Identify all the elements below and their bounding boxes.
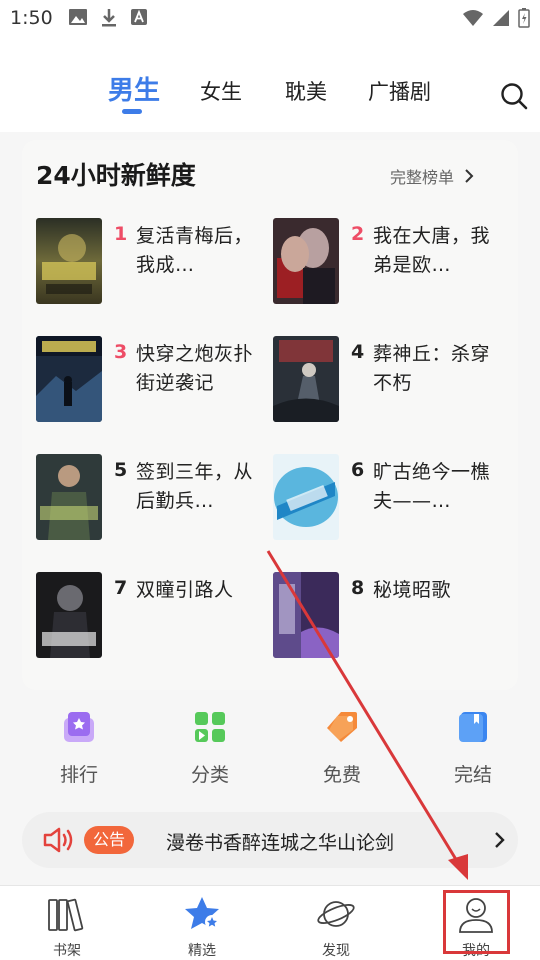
free-tag-icon bbox=[327, 712, 357, 742]
book-title: 复活青梅后，我成… bbox=[136, 225, 254, 276]
announcement-text: 漫卷书香醉连城之华山论剑 bbox=[166, 832, 395, 854]
book-title: 葬神丘：杀穿不朽 bbox=[373, 343, 491, 394]
wifi-icon bbox=[463, 10, 483, 26]
book-rank: 5 bbox=[114, 459, 128, 481]
tab-male[interactable]: 男生 bbox=[108, 70, 160, 107]
book-rank: 6 bbox=[351, 459, 365, 481]
announcement-bar[interactable]: 公告 漫卷书香醉连城之华山论剑 bbox=[22, 812, 518, 868]
shortcut-label: 分类 bbox=[190, 764, 229, 786]
shortcut-free[interactable]: 免费 bbox=[302, 710, 382, 787]
shortcut-row: 排行 分类 免费 完结 bbox=[0, 710, 540, 790]
ranking-title: 24小时新鲜度 bbox=[36, 161, 196, 190]
book-cover bbox=[273, 454, 339, 540]
status-bar: 1:50 bbox=[0, 0, 540, 36]
nav-label: 书架 bbox=[53, 943, 81, 959]
book-item[interactable]: 8 秘境昭歌 bbox=[273, 572, 503, 662]
image-notification-icon bbox=[69, 9, 87, 25]
full-ranking-label: 完整榜单 bbox=[390, 168, 455, 187]
nav-bookshelf[interactable]: 书架 bbox=[22, 886, 112, 960]
bookshelf-icon bbox=[48, 898, 84, 932]
completed-book-icon bbox=[459, 712, 487, 742]
shortcut-ranking[interactable]: 排行 bbox=[39, 710, 119, 787]
full-ranking-link[interactable]: 完整榜单 bbox=[390, 164, 474, 188]
top-tab-bar: 男生 女生 耽美 广播剧 bbox=[0, 36, 540, 132]
planet-icon bbox=[317, 901, 355, 927]
shortcut-label: 排行 bbox=[59, 764, 98, 786]
book-title: 签到三年，从后勤兵… bbox=[136, 461, 254, 512]
book-item[interactable]: 2 我在大唐，我弟是欧… bbox=[273, 218, 503, 308]
tab-female[interactable]: 女生 bbox=[200, 76, 242, 106]
book-item[interactable]: 6 旷古绝今一樵夫——… bbox=[273, 454, 503, 544]
book-title: 双瞳引路人 bbox=[136, 579, 234, 601]
book-item[interactable]: 3 快穿之炮灰扑街逆袭记 bbox=[36, 336, 266, 426]
active-tab-indicator bbox=[122, 109, 142, 114]
book-cover bbox=[36, 572, 102, 658]
book-title: 旷古绝今一樵夫——… bbox=[373, 461, 491, 512]
book-cover bbox=[36, 336, 102, 422]
book-rank: 1 bbox=[114, 223, 128, 245]
status-time: 1:50 bbox=[10, 7, 53, 29]
tab-danmei[interactable]: 耽美 bbox=[285, 76, 327, 106]
annotation-highlight-box bbox=[443, 890, 510, 954]
chevron-right-icon bbox=[465, 169, 474, 183]
tab-radio-drama[interactable]: 广播剧 bbox=[368, 76, 431, 106]
search-icon[interactable] bbox=[500, 82, 528, 110]
book-item[interactable]: 4 葬神丘：杀穿不朽 bbox=[273, 336, 503, 426]
signal-icon bbox=[493, 10, 509, 26]
book-cover bbox=[273, 572, 339, 658]
a-notification-icon bbox=[131, 9, 147, 25]
book-item[interactable]: 7 双瞳引路人 bbox=[36, 572, 266, 662]
book-rank: 7 bbox=[114, 577, 128, 599]
star-icon bbox=[185, 897, 219, 929]
book-title: 快穿之炮灰扑街逆袭记 bbox=[136, 343, 254, 394]
download-icon bbox=[102, 9, 116, 27]
book-rank: 2 bbox=[351, 223, 365, 245]
nav-label: 精选 bbox=[188, 943, 216, 959]
announcement-badge: 公告 bbox=[84, 826, 134, 854]
book-cover bbox=[36, 218, 102, 304]
book-item[interactable]: 5 签到三年，从后勤兵… bbox=[36, 454, 266, 544]
shortcut-category[interactable]: 分类 bbox=[170, 710, 250, 787]
ranking-icon bbox=[64, 712, 94, 742]
book-cover bbox=[273, 218, 339, 304]
battery-icon bbox=[518, 8, 530, 28]
ranking-card: 24小时新鲜度 完整榜单 1 复活青梅后，我成… 2 我在大唐，我弟是欧… 3 … bbox=[22, 140, 518, 690]
book-cover bbox=[36, 454, 102, 540]
book-title: 我在大唐，我弟是欧… bbox=[373, 225, 491, 276]
book-rank: 3 bbox=[114, 341, 128, 363]
shortcut-completed[interactable]: 完结 bbox=[433, 710, 513, 787]
book-rank: 8 bbox=[351, 577, 365, 599]
speaker-icon bbox=[43, 827, 73, 853]
nav-discover[interactable]: 发现 bbox=[291, 886, 381, 960]
shortcut-label: 完结 bbox=[453, 764, 492, 786]
nav-featured[interactable]: 精选 bbox=[157, 886, 247, 960]
book-rank: 4 bbox=[351, 341, 365, 363]
nav-label: 发现 bbox=[322, 943, 350, 959]
chevron-right-icon bbox=[495, 832, 505, 848]
shortcut-label: 免费 bbox=[322, 764, 361, 786]
book-title: 秘境昭歌 bbox=[373, 579, 452, 601]
book-cover bbox=[273, 336, 339, 422]
book-item[interactable]: 1 复活青梅后，我成… bbox=[36, 218, 266, 308]
category-icon bbox=[195, 712, 225, 742]
